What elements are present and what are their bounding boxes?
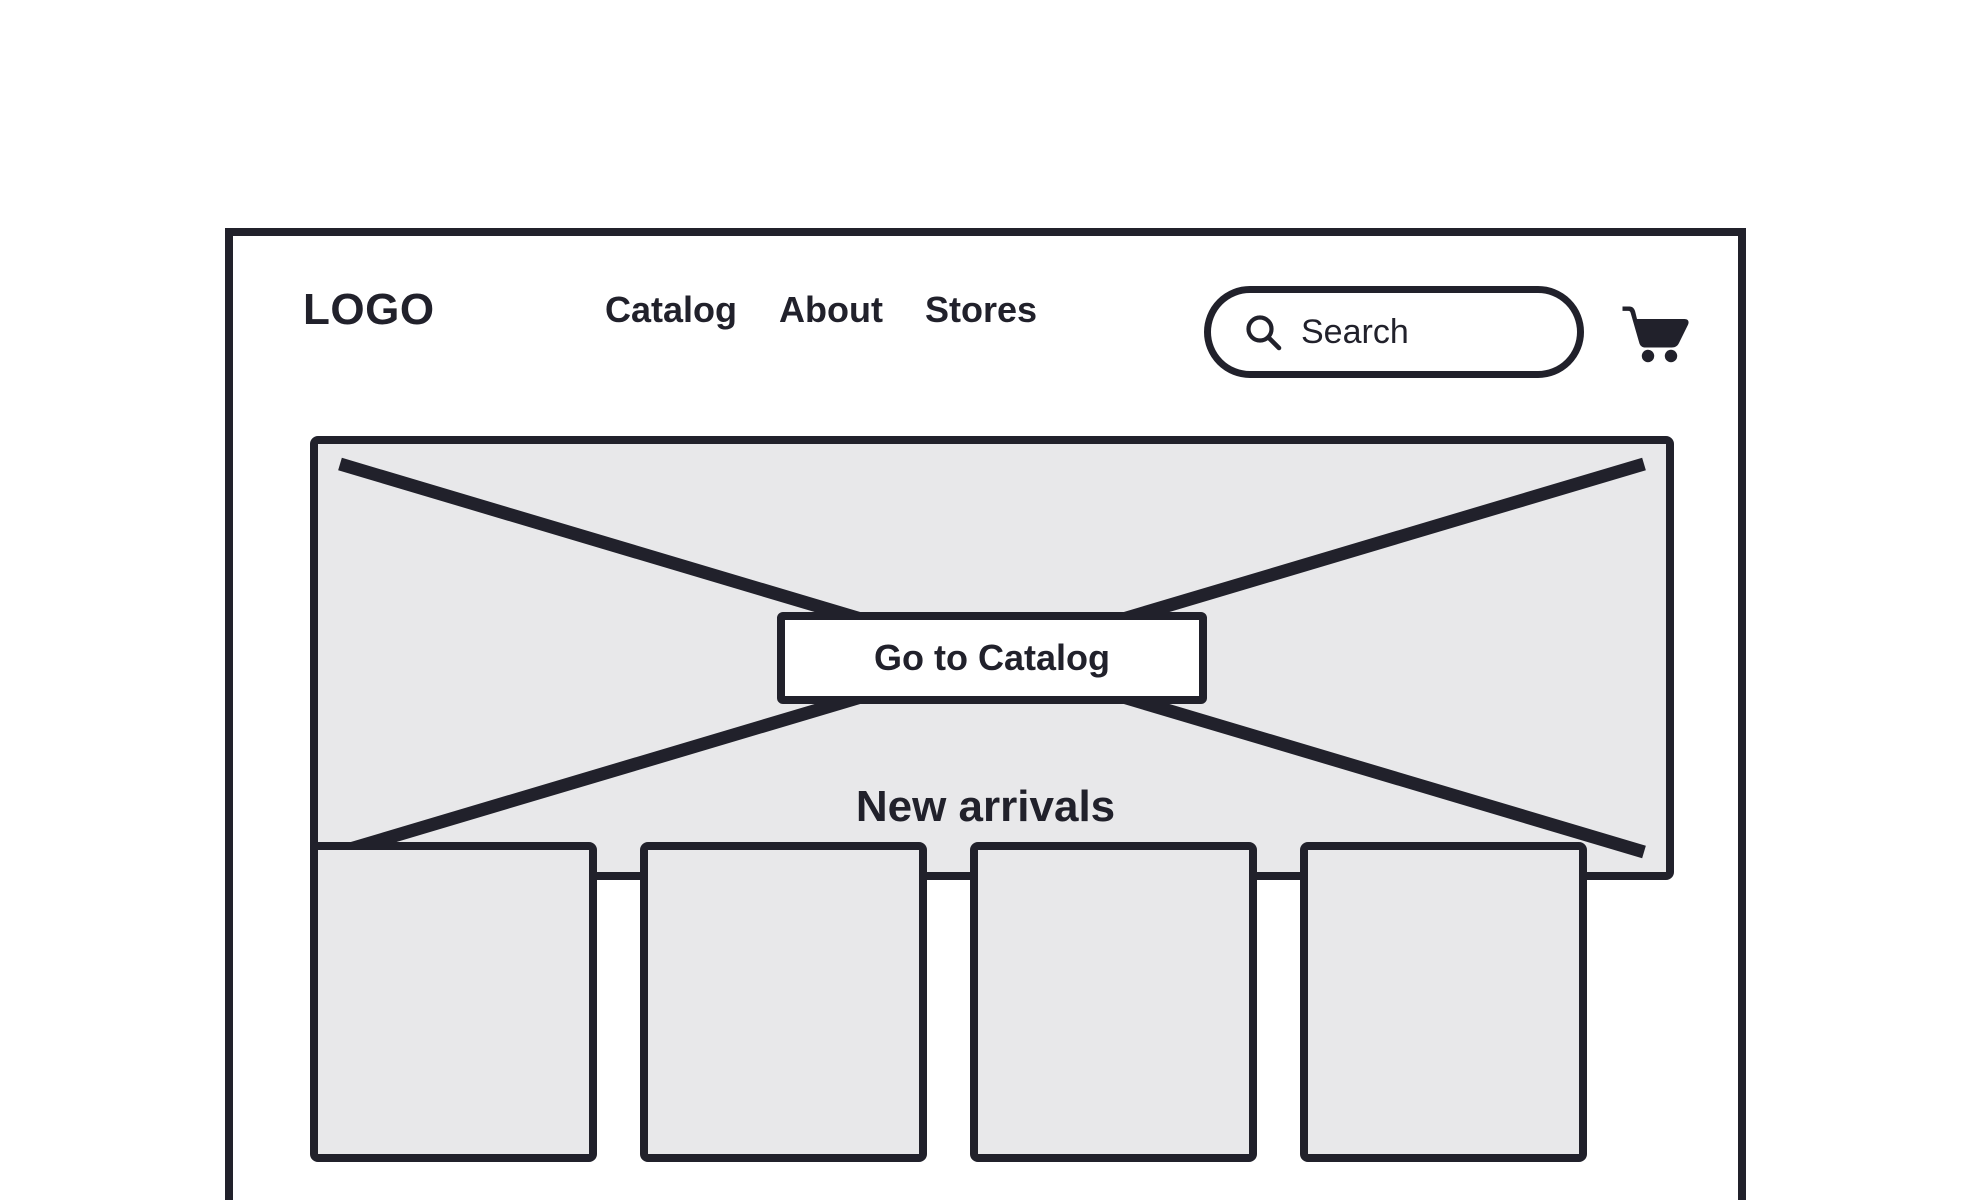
site-header: LOGO Catalog About Stores Search	[233, 236, 1738, 408]
product-card-3[interactable]	[970, 842, 1257, 1162]
nav-link-about[interactable]: About	[779, 292, 883, 328]
product-grid	[310, 842, 1674, 1162]
search-placeholder-text: Search	[1301, 313, 1409, 351]
nav-link-catalog[interactable]: Catalog	[605, 292, 737, 328]
product-card-4[interactable]	[1300, 842, 1587, 1162]
cart-button[interactable]	[1611, 288, 1699, 376]
new-arrivals-heading: New arrivals	[855, 781, 1116, 831]
go-to-catalog-label: Go to Catalog	[874, 637, 1110, 678]
brand-logo[interactable]: LOGO	[303, 288, 435, 332]
main-navigation: Catalog About Stores	[605, 292, 1037, 328]
nav-link-stores[interactable]: Stores	[925, 292, 1037, 328]
product-card-1[interactable]	[310, 842, 597, 1162]
product-card-2[interactable]	[640, 842, 927, 1162]
search-icon	[1246, 315, 1282, 351]
wireframe-frame: LOGO Catalog About Stores Search Go to C…	[225, 228, 1746, 1200]
go-to-catalog-button[interactable]: Go to Catalog	[777, 612, 1207, 704]
search-input[interactable]: Search	[1204, 286, 1584, 378]
shopping-cart-icon	[1622, 306, 1689, 363]
